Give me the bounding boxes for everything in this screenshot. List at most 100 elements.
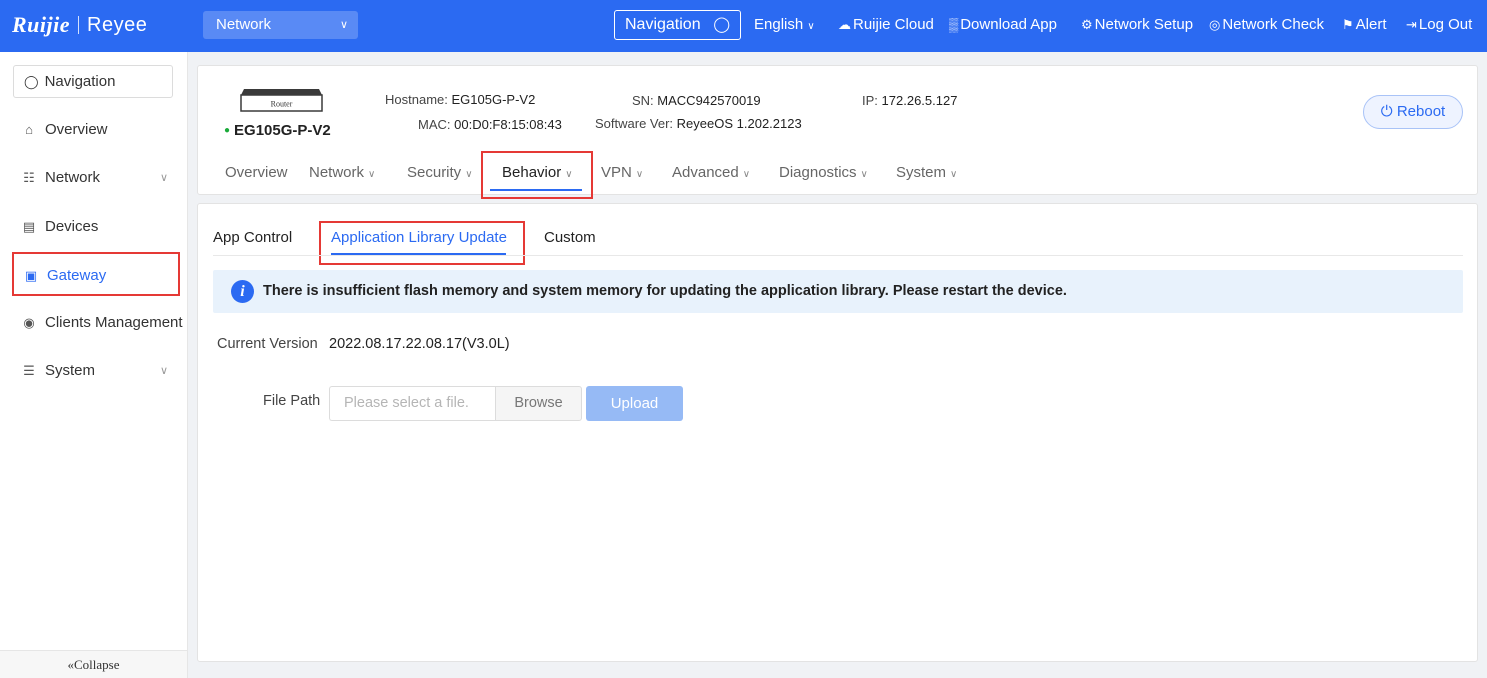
download-app-link[interactable]: ▒ Download App bbox=[949, 15, 1057, 35]
tab-network[interactable]: Network ∨ bbox=[309, 164, 375, 181]
brand-logo[interactable]: Ruijie Reyee bbox=[12, 12, 147, 38]
ip-info: IP: 172.26.5.127 bbox=[862, 93, 957, 108]
user-icon: ◉ bbox=[23, 315, 35, 330]
tab-label: Advanced bbox=[672, 164, 739, 181]
ruijie-cloud-link[interactable]: ☁ Ruijie Cloud bbox=[838, 15, 934, 35]
subtab-label: Application Library Update bbox=[331, 229, 507, 246]
tab-label: Diagnostics bbox=[779, 164, 857, 181]
tab-advanced[interactable]: Advanced ∨ bbox=[672, 164, 750, 181]
network-setup-link[interactable]: ⚙ Network Setup bbox=[1081, 15, 1193, 35]
mac-value: 00:D0:F8:15:08:43 bbox=[454, 117, 562, 132]
software-version-label: Software Ver: bbox=[595, 116, 674, 131]
file-path-input[interactable]: Please select a file. bbox=[329, 386, 495, 421]
chevron-down-icon: ∨ bbox=[465, 169, 473, 180]
alert-link[interactable]: ⚑ Alert bbox=[1342, 15, 1387, 35]
search-icon: ◯ bbox=[713, 16, 730, 33]
sidebar-item-clients-management[interactable]: ◉ Clients Management bbox=[12, 301, 183, 345]
sliders-icon: ☰ bbox=[23, 363, 35, 378]
mac-label: MAC: bbox=[418, 117, 451, 132]
gateway-icon: ▣ bbox=[24, 268, 38, 283]
chevron-down-icon: ∨ bbox=[368, 169, 376, 180]
sidebar-item-overview[interactable]: ⌂ Overview bbox=[12, 108, 180, 152]
sidebar-item-devices[interactable]: ▤ Devices bbox=[12, 205, 180, 249]
sidebar-item-system[interactable]: ☰ System ∨ bbox=[12, 349, 180, 393]
active-tab-underline bbox=[490, 189, 582, 191]
network-topology-icon: ☷ bbox=[23, 170, 35, 185]
chevron-down-icon: ∨ bbox=[807, 21, 815, 32]
subtab-custom[interactable]: Custom bbox=[544, 229, 596, 246]
device-info-card: Router ● EG105G-P-V2 Hostname: EG105G-P-V… bbox=[197, 65, 1478, 199]
chevron-down-icon: ∨ bbox=[159, 172, 168, 184]
home-icon: ⌂ bbox=[25, 122, 33, 137]
network-select-value: Network bbox=[216, 16, 272, 33]
ruijie-cloud-label: Ruijie Cloud bbox=[853, 16, 934, 33]
software-version-info: Software Ver: ReyeeOS 1.202.2123 bbox=[595, 116, 802, 131]
tab-label: Behavior bbox=[502, 164, 562, 181]
file-path-label: File Path bbox=[263, 393, 321, 409]
upload-label: Upload bbox=[610, 395, 659, 412]
network-check-link[interactable]: ◎ Network Check bbox=[1209, 15, 1324, 35]
upload-button[interactable]: Upload bbox=[586, 386, 683, 421]
tab-system[interactable]: System ∨ bbox=[896, 164, 957, 181]
sidebar-item-gateway[interactable]: ▣ Gateway bbox=[12, 252, 180, 296]
active-subtab-underline bbox=[331, 253, 506, 255]
router-icon: Router bbox=[240, 89, 323, 112]
tab-label: Security bbox=[407, 164, 462, 181]
file-path-placeholder: Please select a file. bbox=[344, 395, 469, 411]
chevron-down-icon: ∨ bbox=[159, 365, 168, 377]
chevron-down-icon: ∨ bbox=[742, 169, 751, 180]
hostname-label: Hostname: bbox=[385, 92, 448, 107]
sidebar-item-label: Devices bbox=[45, 218, 99, 235]
tab-vpn[interactable]: VPN ∨ bbox=[601, 164, 643, 181]
alert-label: Alert bbox=[1355, 16, 1387, 33]
subtab-application-library-update[interactable]: Application Library Update bbox=[331, 229, 507, 246]
tab-diagnostics[interactable]: Diagnostics ∨ bbox=[779, 164, 868, 181]
navigation-search-label: Navigation bbox=[625, 16, 701, 33]
tab-label: VPN bbox=[601, 164, 632, 181]
chevron-down-icon: ∨ bbox=[565, 169, 573, 180]
device-name: ● EG105G-P-V2 bbox=[224, 122, 331, 139]
ip-label: IP: bbox=[862, 93, 878, 108]
chevron-down-icon: ∨ bbox=[860, 169, 868, 180]
search-icon: ◯ bbox=[24, 74, 39, 89]
device-name-text: EG105G-P-V2 bbox=[234, 122, 331, 139]
sidebar-item-network[interactable]: ☷ Network ∨ bbox=[12, 156, 180, 200]
tab-behavior[interactable]: Behavior ∨ bbox=[502, 164, 573, 181]
main-content: App Control Application Library Update C… bbox=[197, 203, 1478, 662]
tab-overview[interactable]: Overview bbox=[225, 164, 288, 181]
subtab-label: Custom bbox=[544, 229, 596, 246]
log-out-link[interactable]: ⇥ Log Out bbox=[1406, 15, 1472, 35]
devices-icon: ▤ bbox=[22, 219, 36, 234]
sn-value: MACC942570019 bbox=[657, 93, 761, 108]
sidebar-item-label: System bbox=[45, 362, 96, 379]
chevron-down-icon: ∨ bbox=[339, 19, 348, 31]
reboot-label: Reboot bbox=[1396, 103, 1446, 120]
sidebar-item-label: Clients Management bbox=[45, 314, 183, 331]
sn-label: SN: bbox=[632, 93, 654, 108]
sidebar: ◯ Navigation ⌂ Overview ☷ Network ∨ ▤ Device… bbox=[0, 52, 188, 678]
network-check-icon: ◎ bbox=[1209, 17, 1221, 32]
language-select[interactable]: English ∨ bbox=[754, 15, 817, 37]
network-select[interactable]: Network ∨ bbox=[203, 11, 358, 39]
sidebar-item-label: Network bbox=[45, 169, 101, 186]
browse-button[interactable]: Browse bbox=[495, 386, 582, 421]
info-alert: i There is insufficient flash memory and… bbox=[213, 270, 1463, 313]
collapse-button[interactable]: «Collapse bbox=[0, 650, 187, 678]
collapse-label: Collapse bbox=[74, 657, 120, 672]
power-icon: ⏻ bbox=[1380, 103, 1393, 120]
chevron-down-icon: ∨ bbox=[950, 169, 958, 180]
subtab-app-control[interactable]: App Control bbox=[213, 229, 292, 246]
download-app-label: Download App bbox=[960, 16, 1057, 33]
ruijie-logo: Ruijie bbox=[12, 12, 71, 37]
software-version-value: ReyeeOS 1.202.2123 bbox=[676, 116, 802, 131]
ip-value: 172.26.5.127 bbox=[881, 93, 958, 108]
tab-security[interactable]: Security ∨ bbox=[407, 164, 473, 181]
sidebar-navigation-search[interactable]: ◯ Navigation bbox=[13, 65, 173, 98]
reboot-button[interactable]: ⏻ Reboot bbox=[1363, 95, 1463, 129]
navigation-search-button[interactable]: Navigation ◯ bbox=[614, 10, 741, 40]
reyee-logo: Reyee bbox=[87, 13, 148, 36]
hostname-value: EG105G-P-V2 bbox=[451, 92, 536, 107]
alert-message: There is insufficient flash memory and s… bbox=[263, 283, 1067, 299]
current-version-value: 2022.08.17.22.08.17(V3.0L) bbox=[329, 336, 510, 352]
mac-info: MAC: 00:D0:F8:15:08:43 bbox=[418, 117, 562, 132]
